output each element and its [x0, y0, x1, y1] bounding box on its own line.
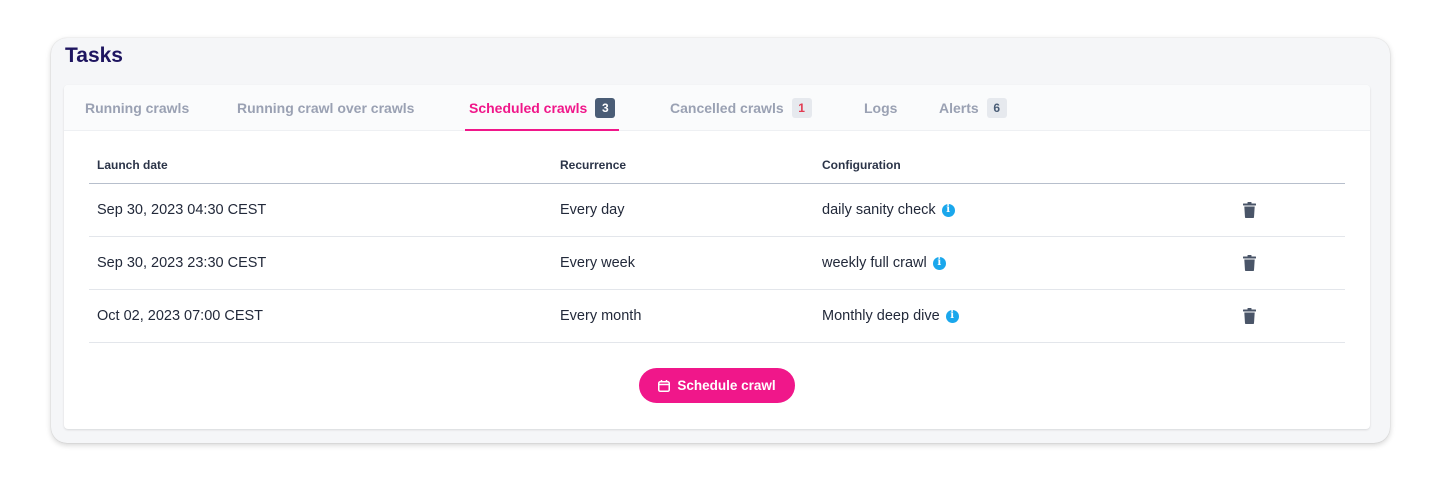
scheduled-crawls-table: Launch date Recurrence Configuration Sep… — [89, 145, 1345, 343]
tab-label: Scheduled crawls — [469, 100, 588, 116]
tab-count-badge: 6 — [986, 98, 1007, 118]
tab-label: Alerts — [939, 100, 979, 116]
tab-label: Cancelled crawls — [670, 100, 784, 116]
info-icon[interactable]: i — [941, 203, 955, 217]
tab-label: Logs — [864, 100, 898, 116]
row-actions — [1241, 184, 1257, 236]
page-title: Tasks — [65, 44, 123, 67]
configuration-cell: daily sanity check i — [822, 184, 955, 236]
trash-icon[interactable] — [1241, 307, 1257, 325]
table-row: Sep 30, 2023 04:30 CEST Every day daily … — [89, 184, 1345, 237]
row-actions — [1241, 290, 1257, 342]
info-icon[interactable]: i — [945, 309, 959, 323]
recurrence-cell: Every month — [560, 308, 642, 324]
column-header-launch-date: Launch date — [97, 158, 168, 172]
launch-date-cell: Sep 30, 2023 23:30 CEST — [97, 255, 267, 271]
configuration-cell: Monthly deep dive i — [822, 290, 959, 342]
column-header-configuration: Configuration — [822, 158, 901, 172]
schedule-crawl-label: Schedule crawl — [677, 378, 776, 393]
info-icon[interactable]: i — [932, 256, 946, 270]
tab-scheduled-crawls[interactable]: Scheduled crawls 3 — [464, 85, 620, 131]
trash-icon[interactable] — [1241, 254, 1257, 272]
tab-bar: Running crawls Running crawl over crawls… — [64, 85, 1370, 131]
tab-label: Running crawls — [85, 100, 190, 116]
tab-running-crawl-over-crawls[interactable]: Running crawl over crawls — [237, 85, 414, 131]
schedule-crawl-button[interactable]: Schedule crawl — [639, 368, 795, 403]
configuration-name: Monthly deep dive — [822, 308, 940, 324]
column-header-recurrence: Recurrence — [560, 158, 627, 172]
table-row: Oct 02, 2023 07:00 CEST Every month Mont… — [89, 290, 1345, 343]
tab-count-badge: 3 — [595, 98, 616, 118]
tab-label: Running crawl over crawls — [237, 100, 415, 116]
tab-count-badge: 1 — [791, 98, 812, 118]
table-row: Sep 30, 2023 23:30 CEST Every week weekl… — [89, 237, 1345, 290]
calendar-icon — [658, 379, 671, 392]
configuration-name: daily sanity check — [822, 202, 936, 218]
tab-alerts[interactable]: Alerts 6 — [939, 85, 1007, 131]
table-header: Launch date Recurrence Configuration — [89, 145, 1345, 184]
tab-running-crawls[interactable]: Running crawls — [85, 85, 189, 131]
tasks-panel: Running crawls Running crawl over crawls… — [64, 85, 1370, 429]
configuration-name: weekly full crawl — [822, 255, 927, 271]
tasks-card: Tasks Running crawls Running crawl over … — [51, 38, 1390, 443]
recurrence-cell: Every week — [560, 255, 635, 271]
trash-icon[interactable] — [1241, 201, 1257, 219]
launch-date-cell: Oct 02, 2023 07:00 CEST — [97, 308, 264, 324]
configuration-cell: weekly full crawl i — [822, 237, 946, 289]
tab-cancelled-crawls[interactable]: Cancelled crawls 1 — [670, 85, 812, 131]
tab-logs[interactable]: Logs — [864, 85, 897, 131]
recurrence-cell: Every day — [560, 202, 625, 218]
row-actions — [1241, 237, 1257, 289]
launch-date-cell: Sep 30, 2023 04:30 CEST — [97, 202, 267, 218]
